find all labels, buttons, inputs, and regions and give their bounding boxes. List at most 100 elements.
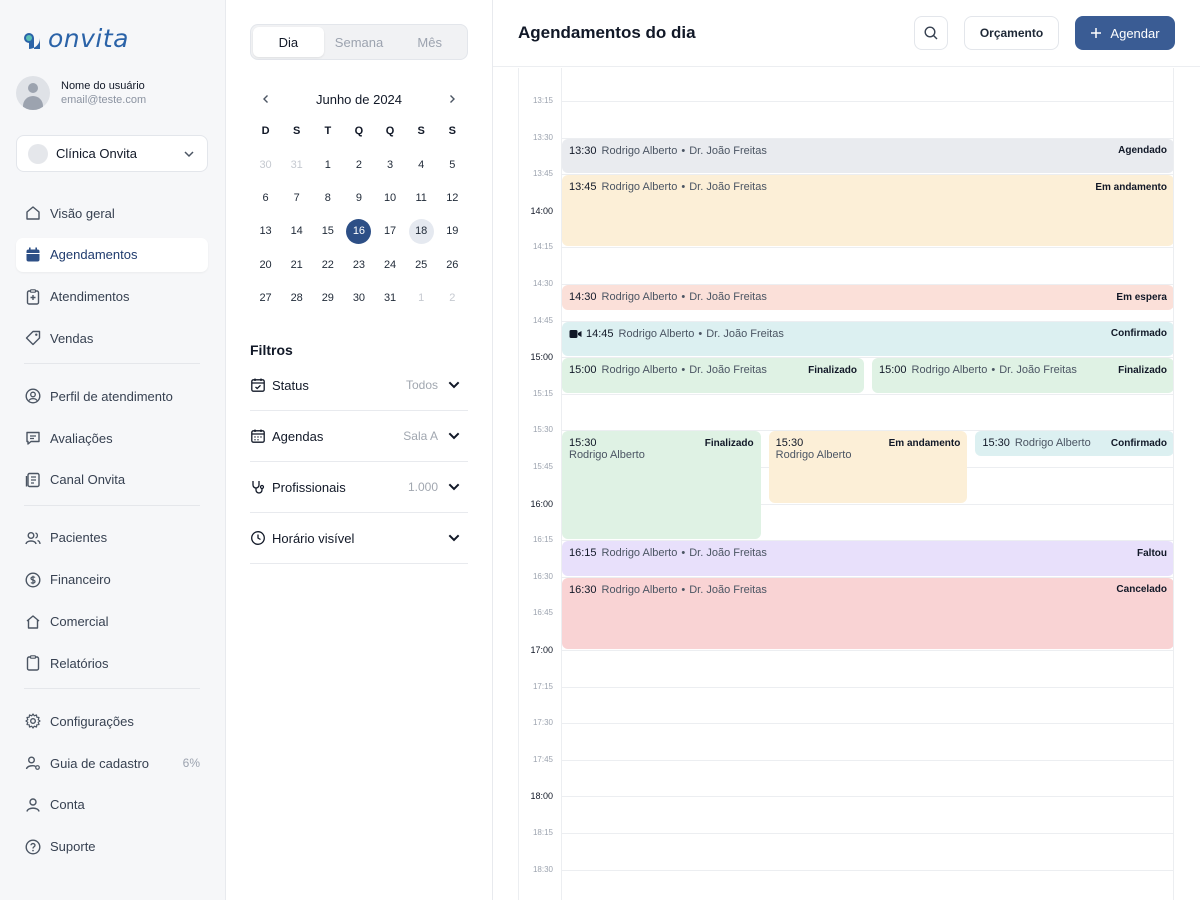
sidebar-item-label: Canal Onvita (50, 472, 126, 488)
calendar-icon (26, 247, 40, 262)
time-label: 14:00 (530, 205, 553, 216)
calendar-month-title: Junho de 2024 (315, 91, 403, 107)
sidebar-item-relatorios[interactable]: Relatórios (16, 646, 208, 680)
search-button[interactable] (914, 16, 948, 50)
sidebar-item-agendamentos[interactable]: Agendamentos (16, 237, 208, 272)
calendar-day[interactable]: 26 (437, 248, 468, 281)
sidebar-item-vendas[interactable]: Vendas (16, 321, 208, 355)
appointment-card[interactable]: 14:30 Rodrigo Alberto • Dr. João Freitas Em … (562, 285, 1173, 310)
appointment-doctor: Dr. João Freitas (689, 547, 767, 560)
sidebar-item-comercial[interactable]: Comercial (16, 605, 208, 639)
calendar-day[interactable]: 30 (250, 148, 281, 181)
next-month-button[interactable] (444, 91, 460, 107)
time-label: 16:00 (530, 498, 553, 509)
calendar-day[interactable]: 21 (281, 248, 312, 281)
calendar-day[interactable]: 14 (281, 215, 312, 248)
calendar-day[interactable]: 19 (437, 215, 468, 248)
onvita-logo[interactable]: onvita (16, 24, 129, 53)
calendar-day[interactable]: 15 (312, 215, 343, 248)
calendar-day[interactable]: 30 (343, 282, 374, 315)
sidebar-item-visao-geral[interactable]: Visão geral (16, 196, 208, 230)
calendar-day[interactable]: 16 (343, 215, 374, 248)
plus-icon (1091, 28, 1102, 38)
weekday-label: S (417, 125, 425, 137)
tab-semana[interactable]: Semana (324, 27, 395, 57)
calendar-day[interactable]: 2 (343, 148, 374, 181)
appointment-card[interactable]: 15:30 Rodrigo Alberto Confirmado (975, 431, 1173, 457)
sidebar-item-label: Agendamentos (50, 247, 138, 263)
filter-profissionais[interactable]: Profissionais 1.000 (250, 462, 468, 513)
filter-horario-visivel[interactable]: Horário visível (250, 513, 468, 564)
calendar-day[interactable]: 20 (250, 248, 281, 281)
time-label: 15:45 (532, 462, 553, 471)
calendar-day[interactable]: 28 (281, 282, 312, 315)
calendar-day[interactable]: 25 (406, 248, 437, 281)
appointment-card[interactable]: 15:30 Finalizado Rodrigo Alberto (562, 431, 761, 540)
appointment-status: Faltou (1137, 547, 1167, 559)
calendar-day[interactable]: 18 (406, 215, 437, 248)
sidebar-item-canal-onvita[interactable]: Canal Onvita (16, 463, 208, 497)
calendar-day[interactable]: 1 (312, 148, 343, 181)
user-profile[interactable]: Nome do usuário email@teste.com (16, 76, 146, 110)
schedule-button[interactable]: Agendar (1075, 16, 1175, 50)
appointment-card[interactable]: 15:30 Em andamento Rodrigo Alberto (768, 431, 968, 503)
weekday-label: Q (354, 125, 364, 137)
budget-button[interactable]: Orçamento (964, 16, 1059, 50)
calendar-day[interactable]: 9 (343, 181, 374, 214)
calendar-day[interactable]: 13 (250, 215, 281, 248)
appointment-time: 15:00 (879, 364, 907, 377)
clinic-selector[interactable]: Clínica Onvita (16, 135, 208, 172)
calendar-day[interactable]: 12 (437, 181, 468, 214)
calendar-day-number: 25 (415, 258, 428, 271)
appointment-card[interactable]: 15:00 Rodrigo Alberto • Dr. João Freitas Fin… (872, 358, 1173, 393)
calendar-day[interactable]: 4 (406, 148, 437, 181)
calendar-day[interactable]: 22 (312, 248, 343, 281)
appointment-card[interactable]: 15:00 Rodrigo Alberto • Dr. João Freitas Fin… (562, 358, 864, 393)
sidebar-item-avaliacoes[interactable]: Avaliações (16, 421, 208, 455)
appointment-card[interactable]: 16:15 Rodrigo Alberto • Dr. João Freitas Fal… (562, 541, 1173, 576)
time-label: 16:30 (532, 571, 553, 581)
sidebar-item-perfil-de-atendimento[interactable]: Perfil de atendimento (16, 379, 208, 413)
calendar-day[interactable]: 3 (375, 148, 406, 181)
clipboard-plus-icon (26, 288, 40, 305)
calendar-day[interactable]: 31 (281, 148, 312, 181)
calendar-day-number: 28 (290, 292, 303, 305)
calendar-day[interactable]: 8 (312, 181, 343, 214)
calendar-day[interactable]: 29 (312, 282, 343, 315)
sidebar-item-suporte[interactable]: Suporte (16, 830, 208, 864)
prev-month-button[interactable] (258, 91, 274, 107)
calendar-day[interactable]: 31 (375, 282, 406, 315)
appointment-card[interactable]: 13:30 Rodrigo Alberto • Dr. João Freitas Age… (562, 138, 1173, 174)
calendar-day[interactable]: 17 (375, 215, 406, 248)
calendar-day[interactable]: 2 (437, 282, 468, 315)
calendar-day[interactable]: 23 (343, 248, 374, 281)
calendar-day[interactable]: 24 (375, 248, 406, 281)
calendar-day-number: 3 (387, 158, 394, 171)
filter-status[interactable]: Status Todos (250, 360, 468, 411)
sidebar-item-pacientes[interactable]: Pacientes (16, 521, 208, 555)
sidebar-item-conta[interactable]: Conta (16, 788, 208, 822)
calendar-day[interactable]: 6 (250, 181, 281, 214)
appointment-card[interactable]: 14:45 Rodrigo Alberto • Dr. João Freitas Con… (562, 321, 1173, 357)
filter-agendas[interactable]: Agendas Sala A (250, 411, 468, 462)
sidebar-item-atendimentos[interactable]: Atendimentos (16, 280, 208, 314)
appointment-patient: Rodrigo Alberto (911, 364, 988, 377)
sidebar-item-configuracoes[interactable]: Configurações (16, 704, 208, 738)
appointment-card[interactable]: 16:30 Rodrigo Alberto • Dr. João Freitas Can… (562, 577, 1173, 649)
appointment-status: Em andamento (888, 437, 961, 449)
calendar-day[interactable]: 10 (375, 181, 406, 214)
sidebar-item-guia-de-cadastro[interactable]: Guia de cadastro 6% (16, 746, 208, 780)
tab-mes[interactable]: Mês (394, 27, 465, 57)
calendar-day[interactable]: 1 (406, 282, 437, 315)
sidebar-nav: Visão geral Agendamentos Atendimentos Ve… (16, 196, 208, 872)
sidebar-item-financeiro[interactable]: Financeiro (16, 563, 208, 597)
appointment-card[interactable]: 13:45 Rodrigo Alberto • Dr. João Freitas Em … (562, 175, 1173, 247)
calendar-day[interactable]: 11 (406, 181, 437, 214)
gear-icon (25, 713, 41, 729)
storefront-icon (26, 614, 40, 629)
tab-dia[interactable]: Dia (253, 27, 324, 57)
calendar-day[interactable]: 5 (437, 148, 468, 181)
calendar-day-number: 27 (259, 292, 272, 305)
calendar-day[interactable]: 7 (281, 181, 312, 214)
calendar-day[interactable]: 27 (250, 282, 281, 315)
